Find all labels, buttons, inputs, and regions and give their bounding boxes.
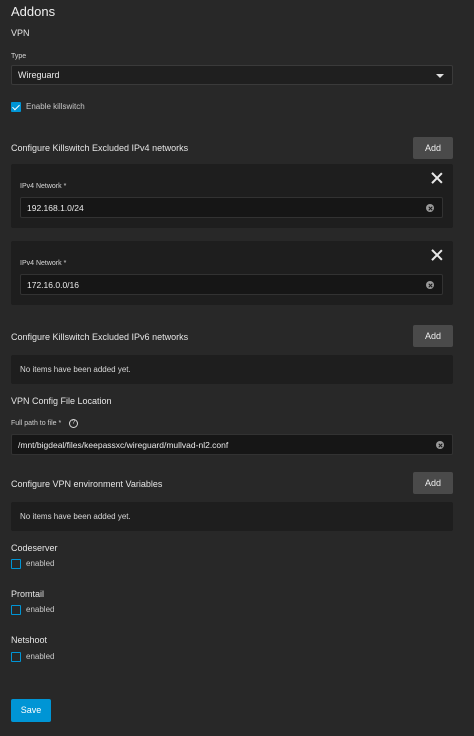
empty-message: No items have been added yet. — [20, 365, 131, 374]
promtail-enabled-label: enabled — [26, 605, 55, 614]
netshoot-enabled-label: enabled — [26, 652, 55, 661]
add-env-var-button[interactable]: Add — [413, 472, 453, 494]
save-button[interactable]: Save — [11, 699, 51, 722]
type-select[interactable]: Wireguard — [11, 65, 453, 85]
env-vars-section-label: Configure VPN environment Variables — [11, 479, 163, 489]
codeserver-enabled-label: enabled — [26, 559, 55, 568]
clear-icon[interactable] — [426, 281, 434, 289]
ipv4-section-label: Configure Killswitch Excluded IPv4 netwo… — [11, 143, 189, 153]
config-file-section-label: VPN Config File Location — [11, 396, 112, 406]
ipv6-section-label: Configure Killswitch Excluded IPv6 netwo… — [11, 332, 189, 342]
env-vars-empty-state: No items have been added yet. — [11, 502, 453, 531]
vpn-section-label: VPN — [11, 28, 30, 38]
ipv4-network-input[interactable]: 172.16.0.0/16 — [20, 274, 443, 295]
promtail-enabled-checkbox[interactable] — [11, 605, 21, 615]
codeserver-enabled-checkbox[interactable] — [11, 559, 21, 569]
ipv4-network-value: 172.16.0.0/16 — [27, 280, 79, 290]
empty-message: No items have been added yet. — [20, 512, 131, 521]
ipv4-network-label: IPv4 Network * — [20, 183, 67, 190]
full-path-label: Full path to file * — [11, 420, 62, 427]
help-icon[interactable]: ? — [69, 419, 78, 428]
chevron-down-icon — [436, 74, 444, 78]
ipv4-item-card: IPv4 Network * 172.16.0.0/16 — [11, 241, 453, 305]
killswitch-label: Enable killswitch — [26, 102, 85, 111]
clear-icon[interactable] — [426, 204, 434, 212]
config-path-value: /mnt/bigdeal/files/keepassxc/wireguard/m… — [18, 440, 229, 450]
codeserver-title: Codeserver — [11, 543, 58, 553]
ipv4-network-input[interactable]: 192.168.1.0/24 — [20, 197, 443, 218]
ipv6-empty-state: No items have been added yet. — [11, 355, 453, 384]
clear-icon[interactable] — [436, 441, 444, 449]
config-path-input[interactable]: /mnt/bigdeal/files/keepassxc/wireguard/m… — [11, 434, 453, 455]
type-select-value: Wireguard — [18, 70, 60, 80]
close-icon[interactable] — [431, 249, 443, 261]
close-icon[interactable] — [431, 172, 443, 184]
ipv4-network-value: 192.168.1.0/24 — [27, 203, 84, 213]
netshoot-title: Netshoot — [11, 635, 48, 645]
ipv4-network-label: IPv4 Network * — [20, 260, 67, 267]
page-title: Addons — [11, 4, 56, 19]
ipv4-item-card: IPv4 Network * 192.168.1.0/24 — [11, 164, 453, 228]
killswitch-checkbox[interactable] — [11, 102, 21, 112]
add-ipv4-button[interactable]: Add — [413, 137, 453, 159]
addons-form: Addons VPN Type Wireguard Enable killswi… — [0, 0, 474, 736]
promtail-title: Promtail — [11, 589, 45, 599]
add-ipv6-button[interactable]: Add — [413, 325, 453, 347]
netshoot-enabled-checkbox[interactable] — [11, 652, 21, 662]
type-label: Type — [11, 53, 27, 60]
